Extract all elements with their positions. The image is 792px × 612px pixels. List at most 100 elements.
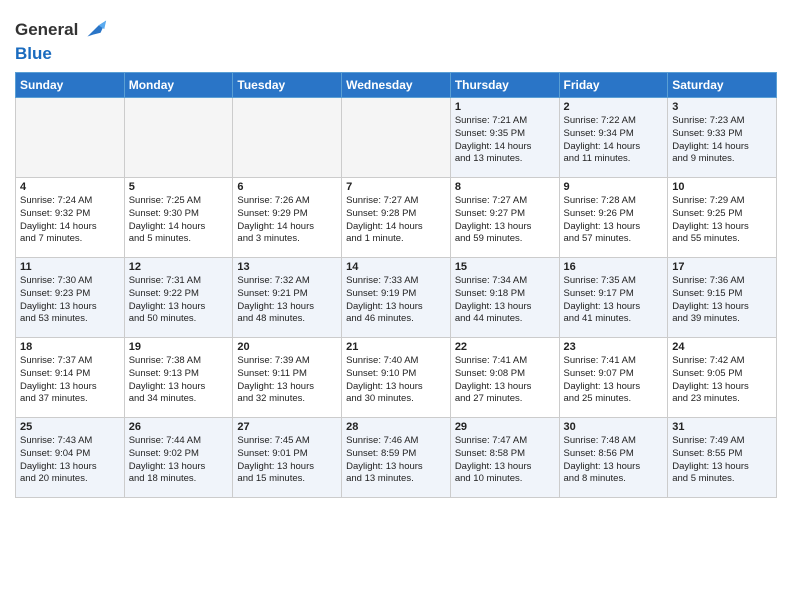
calendar-cell: 30Sunrise: 7:48 AM Sunset: 8:56 PM Dayli… — [559, 418, 668, 498]
logo-bird-icon — [80, 16, 108, 44]
day-info: Sunrise: 7:48 AM Sunset: 8:56 PM Dayligh… — [564, 435, 664, 486]
day-info: Sunrise: 7:29 AM Sunset: 9:25 PM Dayligh… — [672, 195, 772, 246]
day-number: 11 — [20, 261, 120, 273]
logo: General Blue — [15, 16, 108, 64]
day-info: Sunrise: 7:27 AM Sunset: 9:27 PM Dayligh… — [455, 195, 555, 246]
calendar-cell: 1 Sunrise: 7:21 AM Sunset: 9:35 PM Daylig… — [450, 98, 559, 178]
calendar-cell: 3 Sunrise: 7:23 AM Sunset: 9:33 PM Daylig… — [668, 98, 777, 178]
calendar-cell: 8 Sunrise: 7:27 AM Sunset: 9:27 PM Daylig… — [450, 178, 559, 258]
calendar-cell: 27 Sunrise: 7:45 AM Sunset: 9:01 PM Dayli… — [233, 418, 342, 498]
day-info: Sunrise: 7:39 AM Sunset: 9:11 PM Dayligh… — [237, 355, 337, 406]
calendar-cell: 11 Sunrise: 7:30 AM Sunset: 9:23 PM Dayli… — [16, 258, 125, 338]
day-info: Sunrise: 7:31 AM Sunset: 9:22 PM Dayligh… — [129, 275, 229, 326]
day-number: 2 — [564, 101, 664, 113]
day-number: 21 — [346, 341, 446, 353]
day-info: Sunrise: 7:43 AM Sunset: 9:04 PM Dayligh… — [20, 435, 120, 486]
day-info: Sunrise: 7:21 AM Sunset: 9:35 PM Dayligh… — [455, 115, 555, 166]
calendar-cell: 17 Sunrise: 7:36 AM Sunset: 9:15 PM Dayli… — [668, 258, 777, 338]
day-info: Sunrise: 7:40 AM Sunset: 9:10 PM Dayligh… — [346, 355, 446, 406]
calendar-cell: 14 Sunrise: 7:33 AM Sunset: 9:19 PM Dayli… — [342, 258, 451, 338]
day-info: Sunrise: 7:42 AM Sunset: 9:05 PM Dayligh… — [672, 355, 772, 406]
day-number: 8 — [455, 181, 555, 193]
calendar-cell: 19Sunrise: 7:38 AM Sunset: 9:13 PM Dayli… — [124, 338, 233, 418]
logo-blue-text: Blue — [15, 44, 52, 63]
day-info: Sunrise: 7:41 AM Sunset: 9:08 PM Dayligh… — [455, 355, 555, 406]
day-number: 27 — [237, 421, 337, 433]
day-info: Sunrise: 7:32 AM Sunset: 9:21 PM Dayligh… — [237, 275, 337, 326]
day-info: Sunrise: 7:28 AM Sunset: 9:26 PM Dayligh… — [564, 195, 664, 246]
day-info: Sunrise: 7:33 AM Sunset: 9:19 PM Dayligh… — [346, 275, 446, 326]
day-number: 9 — [564, 181, 664, 193]
calendar-cell: 2 Sunrise: 7:22 AM Sunset: 9:34 PM Daylig… — [559, 98, 668, 178]
day-info: Sunrise: 7:23 AM Sunset: 9:33 PM Dayligh… — [672, 115, 772, 166]
calendar-cell: 6 Sunrise: 7:26 AM Sunset: 9:29 PM Daylig… — [233, 178, 342, 258]
calendar-cell: 20 Sunrise: 7:39 AM Sunset: 9:11 PM Dayli… — [233, 338, 342, 418]
day-info: Sunrise: 7:38 AM Sunset: 9:13 PM Dayligh… — [129, 355, 229, 406]
day-info: Sunrise: 7:27 AM Sunset: 9:28 PM Dayligh… — [346, 195, 446, 246]
calendar-cell: 31Sunrise: 7:49 AM Sunset: 8:55 PM Dayli… — [668, 418, 777, 498]
day-number: 12 — [129, 261, 229, 273]
day-number: 15 — [455, 261, 555, 273]
calendar-cell: 21 Sunrise: 7:40 AM Sunset: 9:10 PM Dayli… — [342, 338, 451, 418]
day-info: Sunrise: 7:35 AM Sunset: 9:17 PM Dayligh… — [564, 275, 664, 326]
day-info: Sunrise: 7:26 AM Sunset: 9:29 PM Dayligh… — [237, 195, 337, 246]
calendar-table: SundayMondayTuesdayWednesdayThursdayFrid… — [15, 72, 777, 498]
calendar-cell — [16, 98, 125, 178]
calendar-cell: 18 Sunrise: 7:37 AM Sunset: 9:14 PM Dayli… — [16, 338, 125, 418]
day-info: Sunrise: 7:36 AM Sunset: 9:15 PM Dayligh… — [672, 275, 772, 326]
day-number: 17 — [672, 261, 772, 273]
day-number: 24 — [672, 341, 772, 353]
page-container: General Blue SundayMondayTuesdayWednesda… — [0, 0, 792, 508]
day-info: Sunrise: 7:37 AM Sunset: 9:14 PM Dayligh… — [20, 355, 120, 406]
calendar-cell: 5 Sunrise: 7:25 AM Sunset: 9:30 PM Daylig… — [124, 178, 233, 258]
day-number: 5 — [129, 181, 229, 193]
logo-general-text: General — [15, 20, 78, 40]
week-row-3: 11 Sunrise: 7:30 AM Sunset: 9:23 PM Dayli… — [16, 258, 777, 338]
calendar-cell: 4Sunrise: 7:24 AM Sunset: 9:32 PM Daylig… — [16, 178, 125, 258]
calendar-cell — [342, 98, 451, 178]
calendar-cell: 15Sunrise: 7:34 AM Sunset: 9:18 PM Dayli… — [450, 258, 559, 338]
day-number: 20 — [237, 341, 337, 353]
day-number: 7 — [346, 181, 446, 193]
day-number: 14 — [346, 261, 446, 273]
week-row-1: 1 Sunrise: 7:21 AM Sunset: 9:35 PM Daylig… — [16, 98, 777, 178]
day-number: 6 — [237, 181, 337, 193]
day-info: Sunrise: 7:25 AM Sunset: 9:30 PM Dayligh… — [129, 195, 229, 246]
weekday-header-tuesday: Tuesday — [233, 73, 342, 98]
calendar-cell: 9 Sunrise: 7:28 AM Sunset: 9:26 PM Daylig… — [559, 178, 668, 258]
header: General Blue — [15, 10, 777, 64]
day-info: Sunrise: 7:24 AM Sunset: 9:32 PM Dayligh… — [20, 195, 120, 246]
day-number: 10 — [672, 181, 772, 193]
day-number: 25 — [20, 421, 120, 433]
day-info: Sunrise: 7:45 AM Sunset: 9:01 PM Dayligh… — [237, 435, 337, 486]
week-row-5: 25 Sunrise: 7:43 AM Sunset: 9:04 PM Dayli… — [16, 418, 777, 498]
day-number: 22 — [455, 341, 555, 353]
calendar-cell: 7 Sunrise: 7:27 AM Sunset: 9:28 PM Daylig… — [342, 178, 451, 258]
day-number: 13 — [237, 261, 337, 273]
calendar-cell: 22 Sunrise: 7:41 AM Sunset: 9:08 PM Dayli… — [450, 338, 559, 418]
day-info: Sunrise: 7:46 AM Sunset: 8:59 PM Dayligh… — [346, 435, 446, 486]
weekday-header-sunday: Sunday — [16, 73, 125, 98]
day-info: Sunrise: 7:44 AM Sunset: 9:02 PM Dayligh… — [129, 435, 229, 486]
day-number: 26 — [129, 421, 229, 433]
calendar-cell: 25 Sunrise: 7:43 AM Sunset: 9:04 PM Dayli… — [16, 418, 125, 498]
weekday-header-row: SundayMondayTuesdayWednesdayThursdayFrid… — [16, 73, 777, 98]
calendar-cell: 23Sunrise: 7:41 AM Sunset: 9:07 PM Dayli… — [559, 338, 668, 418]
calendar-cell: 10 Sunrise: 7:29 AM Sunset: 9:25 PM Dayli… — [668, 178, 777, 258]
day-info: Sunrise: 7:41 AM Sunset: 9:07 PM Dayligh… — [564, 355, 664, 406]
calendar-cell: 12 Sunrise: 7:31 AM Sunset: 9:22 PM Dayli… — [124, 258, 233, 338]
week-row-2: 4Sunrise: 7:24 AM Sunset: 9:32 PM Daylig… — [16, 178, 777, 258]
weekday-header-thursday: Thursday — [450, 73, 559, 98]
day-number: 28 — [346, 421, 446, 433]
week-row-4: 18 Sunrise: 7:37 AM Sunset: 9:14 PM Dayli… — [16, 338, 777, 418]
day-info: Sunrise: 7:22 AM Sunset: 9:34 PM Dayligh… — [564, 115, 664, 166]
day-number: 1 — [455, 101, 555, 113]
calendar-cell — [124, 98, 233, 178]
day-info: Sunrise: 7:30 AM Sunset: 9:23 PM Dayligh… — [20, 275, 120, 326]
weekday-header-saturday: Saturday — [668, 73, 777, 98]
weekday-header-friday: Friday — [559, 73, 668, 98]
day-number: 18 — [20, 341, 120, 353]
day-number: 31 — [672, 421, 772, 433]
day-number: 3 — [672, 101, 772, 113]
calendar-cell: 16Sunrise: 7:35 AM Sunset: 9:17 PM Dayli… — [559, 258, 668, 338]
